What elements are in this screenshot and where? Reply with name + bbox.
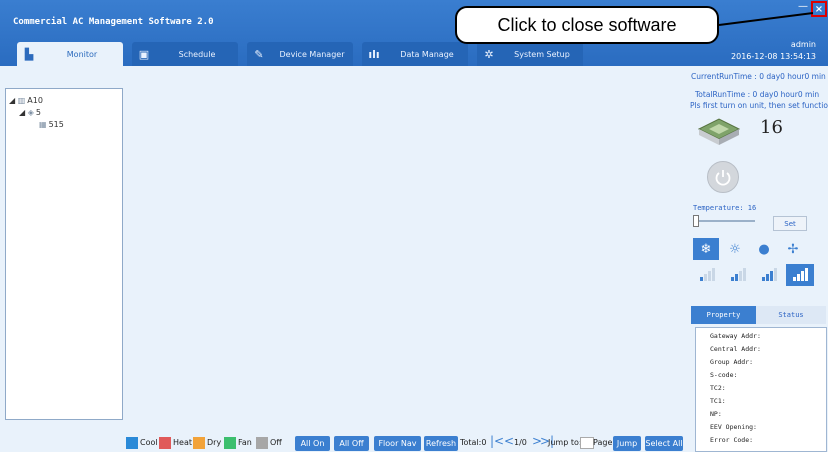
set-button[interactable]: Set xyxy=(773,216,807,231)
cool-legend-label: Cool xyxy=(140,438,158,447)
sun-icon: ☼ xyxy=(729,241,741,257)
tree-node-label: A10 xyxy=(27,96,43,105)
floor-nav-button[interactable]: Floor Nav xyxy=(374,436,421,451)
tree-node-a10[interactable]: ◢ ▥ A10 xyxy=(9,96,43,105)
fan-speed-low-button[interactable] xyxy=(693,264,721,286)
fan-icon: ✢ xyxy=(787,241,799,257)
total-count: Total:0 xyxy=(460,438,487,447)
off-legend-swatch xyxy=(256,437,268,449)
error-code-label: Error Code: xyxy=(710,436,754,444)
building-icon: ▥ xyxy=(17,96,26,105)
expander-icon[interactable]: ◢ xyxy=(19,108,25,117)
select-all-button[interactable]: Select All xyxy=(645,436,683,451)
tab-property[interactable]: Property xyxy=(691,306,756,324)
fan-speed-mid-button[interactable] xyxy=(724,264,752,286)
all-off-button[interactable]: All Off xyxy=(334,436,369,451)
refresh-button[interactable]: Refresh xyxy=(424,436,458,451)
droplet-icon: ● xyxy=(758,241,770,257)
property-list: Gateway Addr: Central Addr: Group Addr: … xyxy=(695,327,827,452)
floor-icon: ◈ xyxy=(27,108,34,117)
cool-legend-swatch xyxy=(126,437,138,449)
cool-mode-button[interactable]: ❄ xyxy=(693,238,719,260)
eev-opening-label: EEV Opening: xyxy=(710,423,757,431)
group-addr-label: Group Addr: xyxy=(710,358,754,366)
heat-legend-label: Heat xyxy=(173,438,192,447)
fan-speed-auto-button[interactable] xyxy=(786,264,814,286)
tc1-label: TC1: xyxy=(710,397,726,405)
dry-legend-swatch xyxy=(193,437,205,449)
set-temperature-display: 16 xyxy=(760,117,783,138)
off-legend-label: Off xyxy=(270,438,282,447)
temperature-label: Temperature: 16 xyxy=(693,204,757,212)
s-code-label: S-code: xyxy=(710,371,738,379)
operation-hint: Pls first turn on unit, then set functio… xyxy=(690,101,828,110)
tree-node-label: 5 xyxy=(35,108,41,117)
prev-page-icon[interactable]: < xyxy=(504,434,514,448)
tree-node-unit-515[interactable]: ▦ 515 xyxy=(39,120,64,129)
fan-legend-swatch xyxy=(224,437,236,449)
tree-node-floor-5[interactable]: ◢ ◈ 5 xyxy=(19,108,41,117)
tree-node-label: 515 xyxy=(48,120,64,129)
dry-legend-label: Dry xyxy=(207,438,222,447)
temperature-slider-track[interactable] xyxy=(695,220,755,222)
gateway-addr-label: Gateway Addr: xyxy=(710,332,761,340)
ac-unit-icon xyxy=(697,118,741,145)
unit-icon: ▦ xyxy=(39,120,47,129)
callout-bubble: Click to close software xyxy=(455,6,719,44)
snowflake-icon: ❄ xyxy=(700,241,712,257)
jump-to-label: Jump to: xyxy=(548,438,582,447)
page-info: 1/0 xyxy=(514,438,527,447)
expander-icon[interactable]: ◢ xyxy=(9,96,15,105)
power-button[interactable] xyxy=(707,161,739,193)
page-label: Page xyxy=(593,438,613,447)
tc2-label: TC2: xyxy=(710,384,726,392)
fan-legend-label: Fan xyxy=(238,438,252,447)
dry-mode-button[interactable]: ● xyxy=(751,238,777,260)
heat-legend-swatch xyxy=(159,437,171,449)
all-on-button[interactable]: All On xyxy=(295,436,330,451)
device-tree: ◢ ▥ A10 ◢ ◈ 5 ▦ 515 xyxy=(5,88,123,420)
jump-button[interactable]: Jump xyxy=(613,436,641,451)
fan-mode-button[interactable]: ✢ xyxy=(780,238,806,260)
current-run-time: CurrentRunTime : 0 day0 hour0 min xyxy=(691,72,826,81)
tab-status[interactable]: Status xyxy=(756,306,826,324)
temperature-slider-thumb[interactable] xyxy=(693,215,699,227)
central-addr-label: Central Addr: xyxy=(710,345,761,353)
fan-speed-high-button[interactable] xyxy=(755,264,783,286)
first-page-icon[interactable]: |< xyxy=(490,434,504,448)
np-label: NP: xyxy=(710,410,722,418)
total-run-time: TotalRunTime : 0 day0 hour0 min xyxy=(695,90,820,99)
heat-mode-button[interactable]: ☼ xyxy=(722,238,748,260)
power-icon xyxy=(715,170,731,186)
page-number-input[interactable] xyxy=(580,437,594,449)
